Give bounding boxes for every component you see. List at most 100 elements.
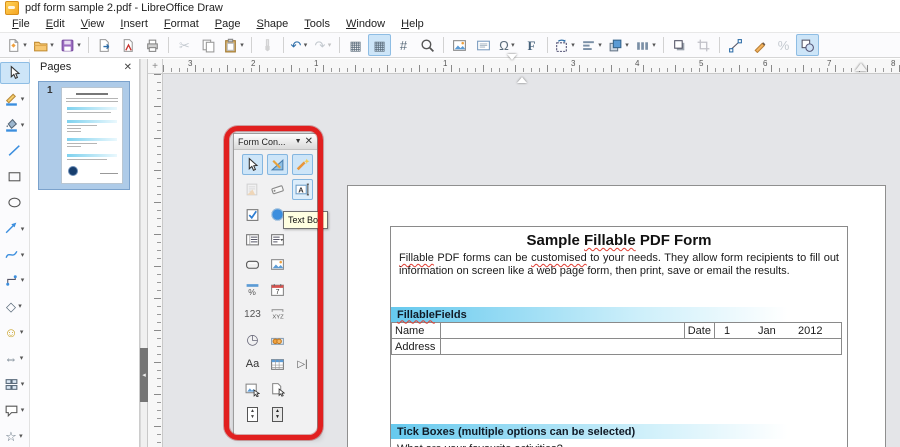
menu-view[interactable]: View xyxy=(73,17,113,31)
star-shapes-button[interactable]: ☆ ▾ xyxy=(0,425,30,447)
arrange-button[interactable]: ▾ xyxy=(606,34,632,56)
line-color-button[interactable]: ▾ xyxy=(0,88,30,110)
rectangle-tool-button[interactable] xyxy=(0,166,30,188)
panel-collapse-handle[interactable]: ◂ xyxy=(140,348,148,402)
save-button[interactable]: ▾ xyxy=(58,34,84,56)
fc-check-box-button[interactable] xyxy=(242,204,263,225)
dropdown-icon[interactable]: ▾ xyxy=(20,276,26,284)
fc-select-button[interactable] xyxy=(242,154,263,175)
menu-format[interactable]: Format xyxy=(156,17,207,31)
fc-pattern-field-button[interactable]: XYZ xyxy=(267,304,288,325)
special-character-button[interactable]: Ω ▾ xyxy=(496,34,519,56)
fc-toggle-wizards-button[interactable] xyxy=(292,154,313,175)
fc-date-field-button[interactable]: 7 xyxy=(267,279,288,300)
date-month-value[interactable]: Jan xyxy=(758,325,798,337)
menu-help[interactable]: Help xyxy=(393,17,432,31)
menu-edit[interactable]: Edit xyxy=(38,17,73,31)
dropdown-icon[interactable]: ▾ xyxy=(19,328,25,336)
align-objects-button[interactable]: ▾ xyxy=(579,34,605,56)
basic-shapes-button[interactable]: ◇ ▾ xyxy=(0,295,30,317)
fc-file-selection-button[interactable] xyxy=(267,379,288,400)
fc-label-field-button[interactable] xyxy=(267,179,288,200)
fc-scrollbar-button[interactable]: ▲▼ xyxy=(267,404,288,425)
dropdown-icon[interactable]: ▾ xyxy=(18,432,24,440)
flowchart-shapes-button[interactable]: ▾ xyxy=(0,373,30,395)
insert-image-button[interactable] xyxy=(448,34,471,56)
menu-shape[interactable]: Shape xyxy=(248,17,296,31)
menu-page[interactable]: Page xyxy=(207,17,249,31)
open-button[interactable]: ▾ xyxy=(31,34,57,56)
lines-and-arrows-button[interactable]: ▾ xyxy=(0,218,30,240)
insert-text-box-button[interactable] xyxy=(472,34,495,56)
copy-button[interactable] xyxy=(197,34,220,56)
dropdown-icon[interactable]: ▾ xyxy=(597,41,603,49)
dropdown-icon[interactable]: ▾ xyxy=(17,302,23,310)
fc-design-mode-button[interactable] xyxy=(267,154,288,175)
dropdown-icon[interactable]: ▾ xyxy=(624,41,630,49)
edit-points-button[interactable] xyxy=(724,34,747,56)
snap-to-grid-button[interactable]: ▦ xyxy=(368,34,391,56)
dropdown-icon[interactable]: ▾ xyxy=(20,95,26,103)
fontwork-button[interactable]: F xyxy=(520,34,543,56)
date-day-value[interactable]: 1 xyxy=(724,325,758,337)
date-year-value[interactable]: 2012 xyxy=(798,325,838,337)
print-button[interactable] xyxy=(141,34,164,56)
show-draw-functions-button[interactable] xyxy=(796,34,819,56)
paste-button[interactable]: ▾ xyxy=(221,34,247,56)
date-field[interactable]: 1 Jan 2012 xyxy=(714,323,841,339)
dropdown-icon[interactable]: ▾ xyxy=(19,354,25,362)
export-button[interactable] xyxy=(93,34,116,56)
fc-image-control-button[interactable] xyxy=(242,379,263,400)
block-arrows-button[interactable]: ⇔ ▾ xyxy=(0,347,30,369)
page-thumbnail[interactable]: 1 xyxy=(38,81,130,190)
dropdown-icon[interactable]: ▾ xyxy=(651,41,657,49)
fc-combo-box-button[interactable] xyxy=(267,229,288,250)
toolbar-menu-icon[interactable]: ▼ xyxy=(295,138,302,145)
fill-color-button[interactable]: ▾ xyxy=(0,114,30,136)
fc-formatted-field-button[interactable]: % xyxy=(242,279,263,300)
fc-table-control-button[interactable] xyxy=(267,354,288,375)
ruler-margin-marker[interactable] xyxy=(855,63,867,71)
document-page[interactable]: Sample Fillable PDF Form Fillable PDF fo… xyxy=(347,185,886,447)
fc-text-box-button[interactable]: A xyxy=(292,179,313,200)
display-grid-button[interactable]: ▦ xyxy=(344,34,367,56)
pages-panel-close-icon[interactable]: ✕ xyxy=(124,62,132,73)
helplines-button[interactable]: # xyxy=(392,34,415,56)
callout-shapes-button[interactable]: ▾ xyxy=(0,399,30,421)
fc-list-box-button[interactable] xyxy=(242,229,263,250)
dropdown-icon[interactable]: ▾ xyxy=(20,225,26,233)
dropdown-icon[interactable]: ▾ xyxy=(20,406,26,414)
zoom-button[interactable] xyxy=(416,34,439,56)
new-document-button[interactable]: ▾ xyxy=(4,34,30,56)
address-field[interactable] xyxy=(440,339,841,355)
menu-window[interactable]: Window xyxy=(338,17,393,31)
dropdown-icon[interactable]: ▾ xyxy=(20,251,26,259)
menu-insert[interactable]: Insert xyxy=(112,17,156,31)
distribute-button[interactable]: ▾ xyxy=(633,34,659,56)
symbol-shapes-button[interactable]: ☺ ▾ xyxy=(0,321,30,343)
dropdown-icon[interactable]: ▾ xyxy=(22,41,28,49)
export-pdf-button[interactable] xyxy=(117,34,140,56)
glue-points-button[interactable] xyxy=(748,34,771,56)
menu-tools[interactable]: Tools xyxy=(296,17,338,31)
menu-file[interactable]: File xyxy=(4,17,38,31)
dropdown-icon[interactable]: ▾ xyxy=(239,41,245,49)
fc-push-button-button[interactable] xyxy=(242,254,263,275)
close-icon[interactable]: ✕ xyxy=(305,136,313,147)
curve-tool-button[interactable]: ▾ xyxy=(0,244,30,266)
fc-group-box-button[interactable]: Aa xyxy=(242,354,263,375)
select-tool-button[interactable] xyxy=(0,62,30,84)
fc-image-button-button[interactable] xyxy=(267,254,288,275)
insert-line-button[interactable] xyxy=(0,140,30,162)
fc-numerical-field-button[interactable]: 123 xyxy=(242,304,263,325)
name-field[interactable] xyxy=(440,323,684,339)
ellipse-tool-button[interactable] xyxy=(0,192,30,214)
dropdown-icon[interactable]: ▾ xyxy=(510,41,516,49)
form-controls-titlebar[interactable]: Form Con... ▼ ✕ xyxy=(234,134,317,150)
connector-tool-button[interactable]: ▾ xyxy=(0,270,30,292)
fc-time-field-button[interactable]: ◷ xyxy=(242,329,263,350)
fc-spin-button-button[interactable]: ▲▼ xyxy=(242,404,263,425)
fc-currency-field-button[interactable] xyxy=(267,329,288,350)
dropdown-icon[interactable]: ▾ xyxy=(49,41,55,49)
dropdown-icon[interactable]: ▾ xyxy=(570,41,576,49)
